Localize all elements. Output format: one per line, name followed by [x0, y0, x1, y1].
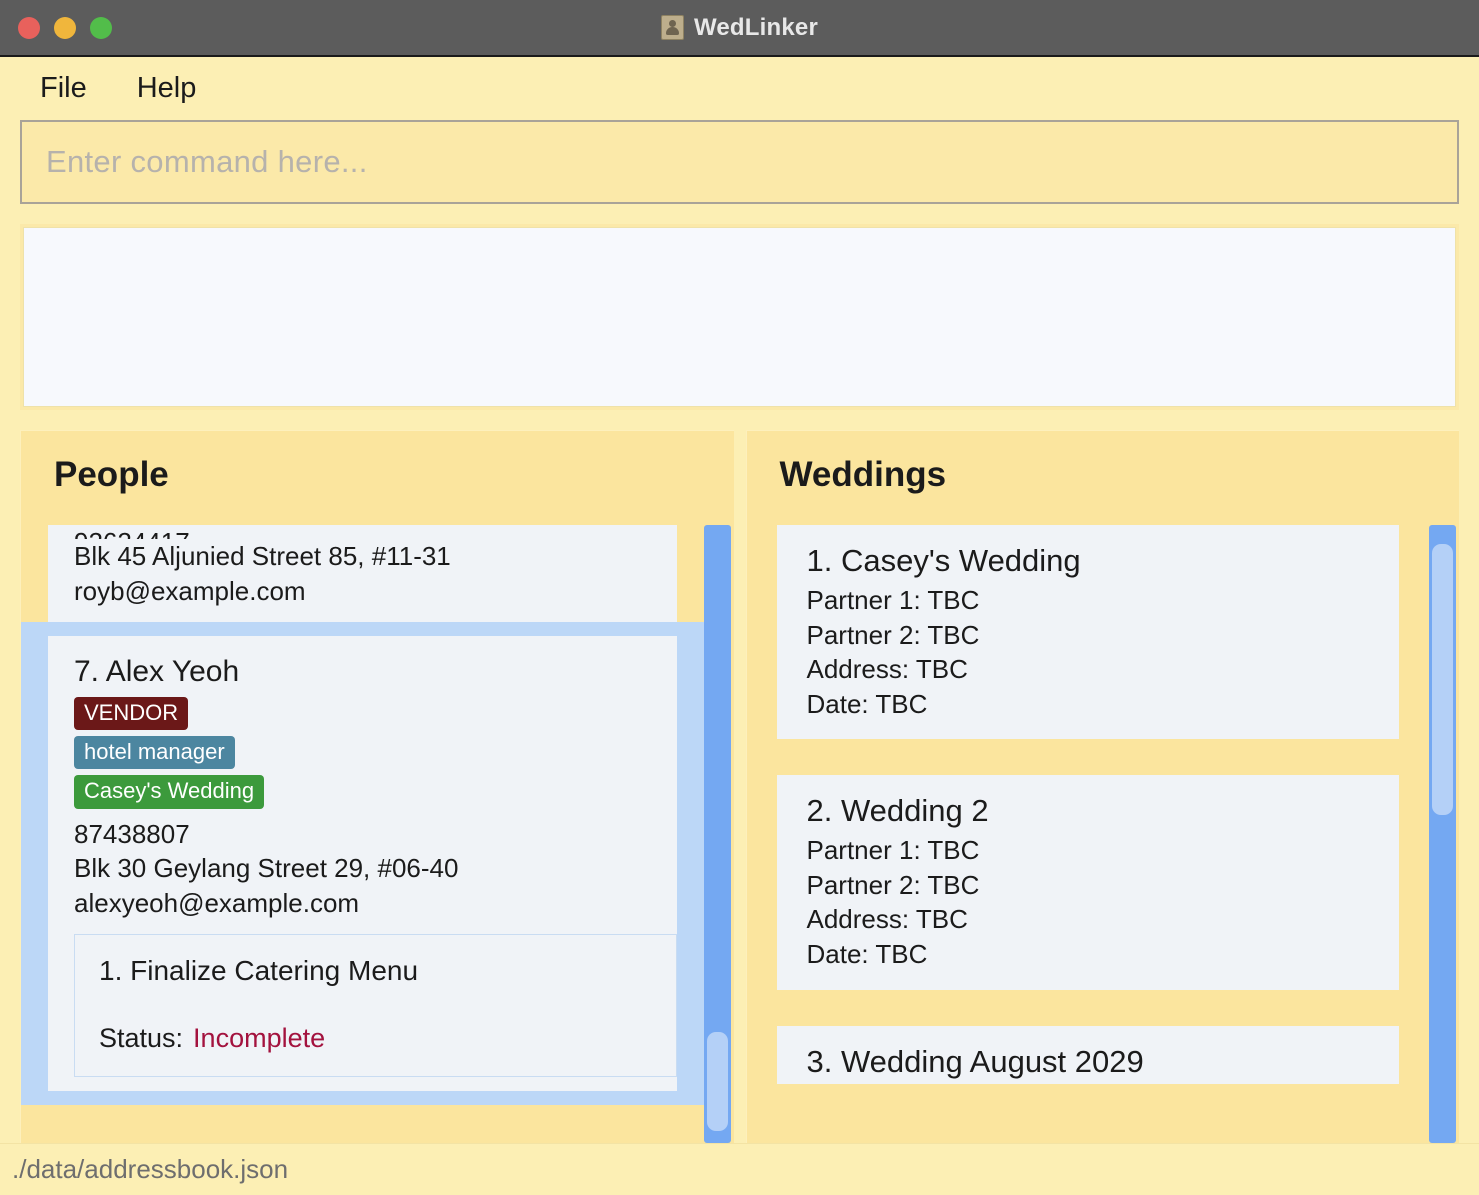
wedding-partner1: Partner 1: TBC [806, 835, 980, 866]
weddings-panel-title: Weddings [779, 455, 947, 494]
person-card: 7. Alex Yeoh VENDOR hotel manager Casey'… [48, 636, 677, 1092]
title-bar: WedLinker [0, 0, 1479, 57]
task-card[interactable]: 1. Finalize Catering Menu Status: Incompl… [74, 934, 677, 1078]
people-panel-title: People [54, 455, 169, 494]
people-scrollbar[interactable] [703, 525, 731, 1143]
wedding-card[interactable]: 3. Wedding August 2029 [776, 1025, 1399, 1084]
result-display-container [0, 210, 1479, 410]
status-file-path: ./data/addressbook.json [12, 1154, 289, 1184]
list-item-selected[interactable]: 7. Alex Yeoh VENDOR hotel manager Casey'… [21, 622, 704, 1106]
menu-item-file[interactable]: File [34, 70, 93, 107]
people-panel: People 92624417 Blk 45 Aljunied Street 8… [20, 430, 734, 1143]
wedding-title: 2. Wedding 2 [806, 793, 989, 829]
wedding-address: Address: TBC [806, 904, 968, 935]
person-card: 92624417 Blk 45 Aljunied Street 85, #11-… [48, 525, 677, 623]
weddings-scrollbar-thumb[interactable] [1432, 543, 1453, 816]
wedding-partner1: Partner 1: TBC [806, 585, 980, 615]
person-address: Blk 30 Geylang Street 29, #06-40 [74, 853, 459, 884]
window-title: WedLinker [693, 13, 819, 41]
tag-wedding[interactable]: Casey's Wedding [74, 775, 265, 809]
close-button[interactable] [18, 16, 40, 39]
main-content: People 92624417 Blk 45 Aljunied Street 8… [0, 410, 1479, 1143]
person-name: 7. Alex Yeoh [74, 655, 240, 689]
person-email: alexyeoh@example.com [74, 887, 360, 918]
wedding-partner2: Partner 2: TBC [806, 619, 980, 650]
task-status: Status: Incomplete [99, 1023, 676, 1054]
menu-item-help[interactable]: Help [131, 70, 203, 107]
weddings-panel: Weddings 1. Casey's Wedding Partner 1: T… [745, 430, 1460, 1143]
task-status-label: Status: [99, 1023, 184, 1054]
weddings-list[interactable]: 1. Casey's Wedding Partner 1: TBC Partne… [747, 525, 1430, 1143]
people-list[interactable]: 92624417 Blk 45 Aljunied Street 85, #11-… [21, 525, 704, 1143]
wedding-date: Date: TBC [806, 688, 928, 719]
list-item[interactable]: 92624417 Blk 45 Aljunied Street 85, #11-… [21, 525, 704, 623]
people-scrollbar-thumb[interactable] [706, 1031, 728, 1131]
weddings-scrollbar[interactable] [1429, 525, 1456, 1143]
command-input[interactable]: Enter command here... [20, 120, 1459, 204]
tag-vendor[interactable]: VENDOR [74, 696, 189, 730]
person-tags: VENDOR hotel manager Casey's Wedding [74, 696, 677, 809]
wedding-title: 3. Wedding August 2029 [806, 1043, 1144, 1079]
task-title: 1. Finalize Catering Menu [99, 955, 419, 987]
weddings-list-area: 1. Casey's Wedding Partner 1: TBC Partne… [747, 525, 1460, 1143]
minimize-button[interactable] [54, 16, 76, 39]
person-address: Blk 45 Aljunied Street 85, #11-31 [74, 541, 451, 571]
status-bar: ./data/addressbook.json [0, 1143, 1479, 1195]
window-controls [0, 16, 112, 39]
wedding-card[interactable]: 1. Casey's Wedding Partner 1: TBC Partne… [776, 525, 1399, 740]
menu-bar: File Help [0, 57, 1479, 120]
wedding-card[interactable]: 2. Wedding 2 Partner 1: TBC Partner 2: T… [776, 775, 1399, 990]
command-input-placeholder: Enter command here... [46, 144, 368, 179]
wedding-date: Date: TBC [806, 939, 928, 970]
application-window: WedLinker File Help Enter command here..… [0, 0, 1479, 1195]
tag-role[interactable]: hotel manager [74, 735, 235, 770]
person-email: royb@example.com [74, 575, 306, 606]
wedding-address: Address: TBC [806, 654, 968, 685]
result-display [23, 227, 1456, 407]
task-status-value: Incomplete [193, 1023, 326, 1054]
wedding-title: 1. Casey's Wedding [806, 543, 1081, 578]
window-title-group: WedLinker [0, 14, 1479, 42]
person-phone-clipped: 92624417 [74, 525, 677, 539]
maximize-button[interactable] [90, 16, 112, 39]
person-phone: 87438807 [74, 818, 190, 849]
wedding-partner2: Partner 2: TBC [806, 869, 980, 900]
people-list-area: 92624417 Blk 45 Aljunied Street 85, #11-… [21, 525, 734, 1143]
command-box-container: Enter command here... [0, 120, 1479, 210]
address-book-icon [660, 15, 684, 40]
